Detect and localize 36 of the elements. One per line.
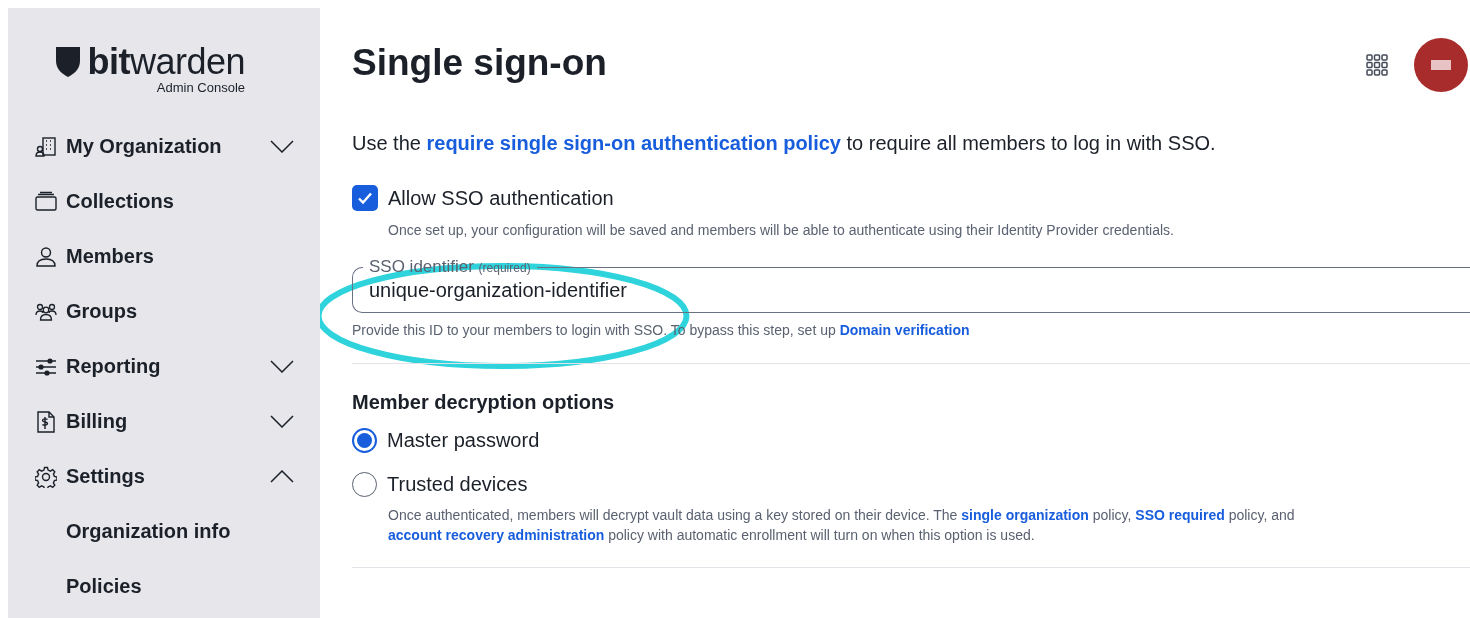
link[interactable]: Domain verification (839, 322, 970, 338)
sidebar-subitem[interactable]: Policies (35, 559, 294, 614)
hint-text: Once set up, your configuration will be saved and members will be able to authenticate using their Identity Provider credentials. (388, 221, 1175, 239)
checkbox[interactable] (352, 185, 378, 211)
radio-button[interactable] (352, 428, 377, 453)
gear-icon (35, 465, 57, 488)
building-icon (35, 135, 57, 158)
link[interactable]: single organization (961, 507, 1089, 523)
section-heading: Member decryption options (352, 390, 616, 414)
link[interactable]: SSO required (1135, 507, 1225, 523)
sidebar-item[interactable]: Reporting (35, 339, 294, 394)
radio-label: Trusted devices (387, 473, 528, 496)
link[interactable]: account recovery administration (388, 527, 605, 543)
radio-label: Master password (387, 429, 540, 452)
person-icon (35, 245, 57, 268)
input-field[interactable]: unique-organization-identifier (369, 277, 1454, 302)
sidebar-item[interactable]: Settings (35, 449, 294, 504)
brand-name: bitwarden (87, 44, 245, 80)
shield-icon (55, 46, 82, 78)
avatar-icon[interactable] (1414, 38, 1468, 92)
link[interactable]: require single sign-on authentication policy (426, 132, 841, 154)
sidebar-item[interactable]: Collections (35, 174, 294, 229)
sidebar-item[interactable]: Billing (35, 394, 294, 449)
collection-icon (35, 190, 57, 213)
intro-text: Use the require single sign-on authentication policy to require all members to log in with SSO. (352, 131, 1217, 156)
checkbox-label: Allow SSO authentication (388, 186, 614, 210)
bill-icon (35, 410, 57, 433)
description-text: Once authenticated, members will decrypt vault data using a key stored on their device. The single organization policy, SSO required policy, and account recovery administration policy with automatic enrollment will turn on when this option is used. (388, 506, 1296, 545)
sidebar-item[interactable]: Groups (35, 284, 294, 339)
page-title: Single sign-on (352, 41, 607, 85)
sidebar-item[interactable]: My Organization (35, 119, 294, 174)
sidebar-item[interactable]: Members (35, 229, 294, 284)
sidebar-subitem[interactable]: Organization info (35, 504, 294, 559)
sliders-icon (35, 355, 57, 378)
app-grid-icon[interactable] (1366, 54, 1388, 76)
logo-subtitle: Admin Console (156, 80, 245, 95)
